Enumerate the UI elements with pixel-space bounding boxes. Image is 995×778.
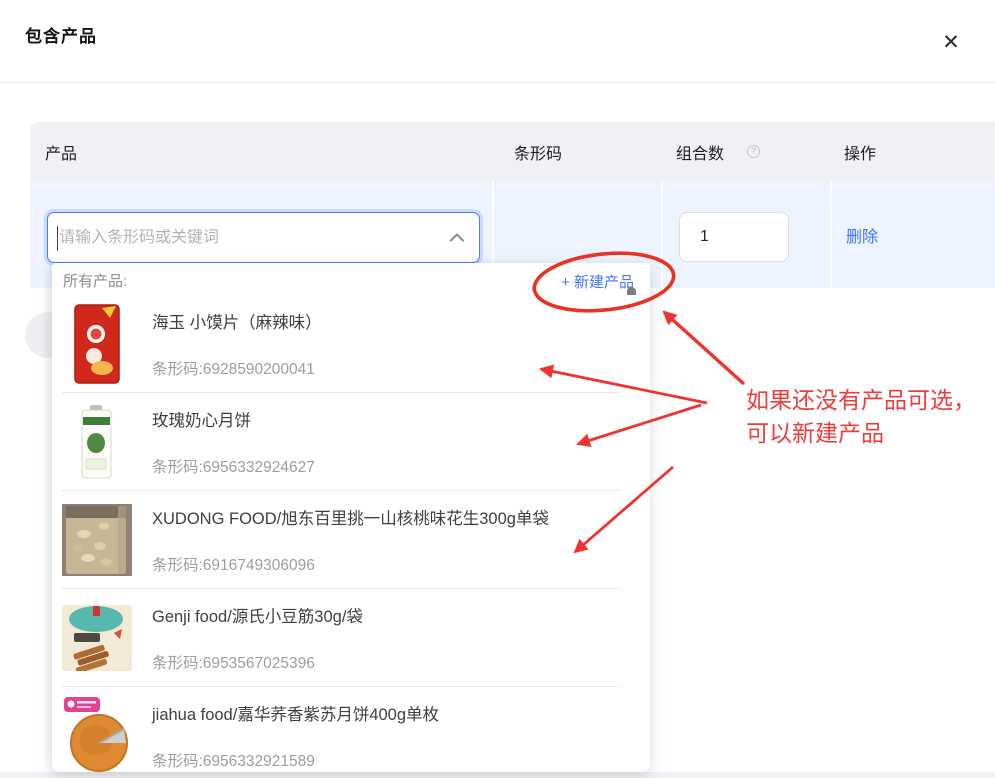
combo-count-input[interactable] [679, 212, 789, 262]
product-image [62, 302, 132, 386]
modal: 包含产品 ✕ 产品 条形码 组合数 ? 操作 删除 [0, 0, 995, 778]
text-caret [57, 226, 58, 251]
product-search-select[interactable] [47, 212, 480, 263]
product-option[interactable]: 玫瑰奶心月饼 条形码:6956332924627 [52, 393, 650, 491]
product-dropdown: 所有产品: + 新建产品 海玉 小馍片（麻辣味） 条形码:69285902000… [52, 263, 650, 772]
product-option[interactable]: Genji food/源氏小豆筋30g/袋 条形码:6953567025396 [52, 589, 650, 687]
product-image [62, 400, 132, 484]
dropdown-header-label: 所有产品: [63, 270, 127, 291]
product-image [62, 498, 132, 582]
product-name: Genji food/源氏小豆筋30g/袋 [152, 603, 363, 627]
create-product-link[interactable]: + 新建产品 [561, 271, 634, 292]
column-header-combo: 组合数 [676, 122, 724, 181]
product-barcode: 条形码:6928590200041 [152, 357, 322, 379]
product-name: 海玉 小馍片（麻辣味） [152, 309, 322, 333]
modal-title: 包含产品 [25, 22, 97, 47]
product-name: 玫瑰奶心月饼 [152, 407, 315, 431]
modal-header: 包含产品 ✕ [0, 0, 995, 83]
product-option[interactable]: jiahua food/嘉华荞香紫苏月饼400g单枚 条形码:695633292… [52, 687, 650, 772]
table-header: 产品 条形码 组合数 ? 操作 [30, 122, 995, 181]
page-background-strip [0, 772, 995, 778]
product-barcode: 条形码:6916749306096 [152, 553, 549, 575]
column-header-action: 操作 [844, 122, 876, 181]
chevron-up-icon[interactable] [450, 233, 464, 242]
product-image [62, 694, 132, 772]
product-barcode: 条形码:6956332921589 [152, 749, 439, 771]
product-barcode: 条形码:6956332924627 [152, 455, 315, 477]
product-option[interactable]: XUDONG FOOD/旭东百里挑一山核桃味花生300g单袋 条形码:69167… [52, 491, 650, 589]
annotation-text: 如果还没有产品可选， 可以新建产品 [746, 384, 976, 450]
close-button[interactable]: ✕ [933, 24, 969, 60]
column-header-product: 产品 [45, 122, 77, 181]
annotation-line-1: 如果还没有产品可选， [746, 384, 976, 417]
column-divider [661, 181, 663, 288]
delete-button[interactable]: 删除 [846, 181, 878, 288]
help-icon[interactable]: ? [747, 145, 760, 158]
column-header-barcode: 条形码 [514, 122, 562, 181]
product-name: XUDONG FOOD/旭东百里挑一山核桃味花生300g单袋 [152, 505, 549, 529]
annotation-arrow [664, 312, 744, 384]
search-input[interactable] [48, 229, 450, 247]
product-barcode: 条形码:6953567025396 [152, 651, 363, 673]
product-image [62, 596, 132, 680]
close-icon: ✕ [942, 30, 960, 55]
column-divider [830, 181, 832, 288]
annotation-line-2: 可以新建产品 [746, 417, 976, 450]
product-option[interactable]: 海玉 小馍片（麻辣味） 条形码:6928590200041 [52, 295, 650, 393]
product-name: jiahua food/嘉华荞香紫苏月饼400g单枚 [152, 701, 439, 725]
